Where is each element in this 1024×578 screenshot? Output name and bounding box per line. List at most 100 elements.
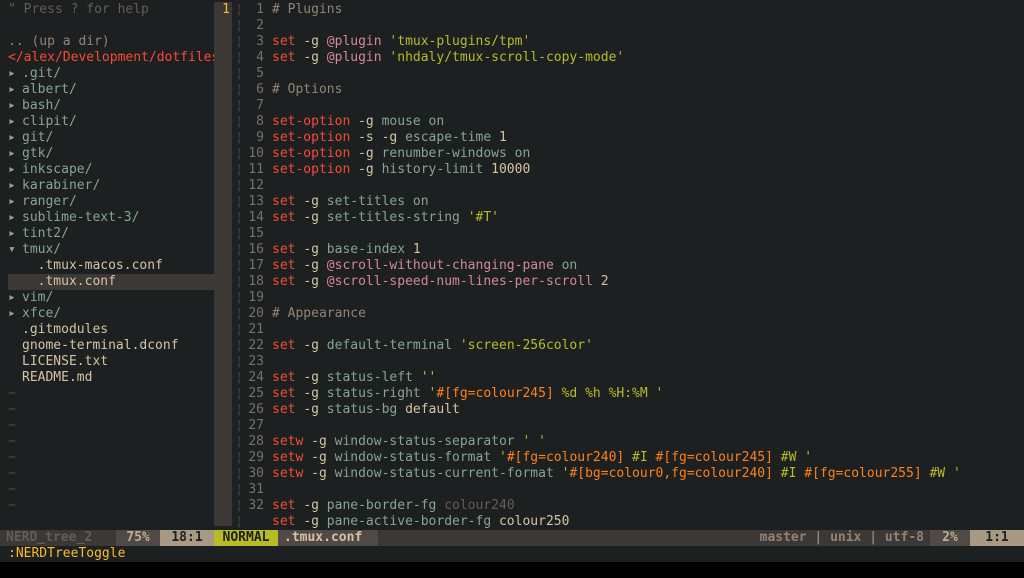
- tree-file[interactable]: .tmux.conf: [8, 274, 214, 290]
- tree-file[interactable]: README.md: [8, 370, 214, 386]
- code-line[interactable]: set -g pane-active-border-fg colour250: [272, 514, 1024, 530]
- line-number: 28: [246, 434, 264, 450]
- tree-status-filename: NERD_tree_2: [0, 530, 116, 546]
- tree-folder[interactable]: ▸xfce/: [8, 306, 214, 322]
- code-line[interactable]: set-option -g mouse on: [272, 114, 1024, 130]
- tree-folder[interactable]: ▸ranger/: [8, 194, 214, 210]
- code-line[interactable]: set -g base-index 1: [272, 242, 1024, 258]
- line-number: 17: [246, 258, 264, 274]
- tree-folder[interactable]: ▸vim/: [8, 290, 214, 306]
- command-line[interactable]: :NERDTreeToggle: [0, 546, 125, 562]
- nerdtree-pane[interactable]: " Press ? for help .. (up a dir) </alex/…: [0, 0, 214, 526]
- current-line-number: 1: [214, 2, 230, 18]
- tilde-line: ~: [8, 402, 214, 418]
- tilde-line: ~: [8, 386, 214, 402]
- code-line[interactable]: set -g default-terminal 'screen-256color…: [272, 338, 1024, 354]
- code-line[interactable]: set -g status-bg default: [272, 402, 1024, 418]
- line-number: 15: [246, 226, 264, 242]
- line-number: 10: [246, 146, 264, 162]
- tree-file[interactable]: gnome-terminal.dconf: [8, 338, 214, 354]
- line-number: 24: [246, 370, 264, 386]
- line-number: 1: [246, 2, 264, 18]
- line-number: 26: [246, 402, 264, 418]
- code-line[interactable]: [272, 98, 1024, 114]
- code-line[interactable]: [272, 66, 1024, 82]
- tree-folder[interactable]: ▸sublime-text-3/: [8, 210, 214, 226]
- line-number: 20: [246, 306, 264, 322]
- code-line[interactable]: set -g status-left '': [272, 370, 1024, 386]
- tree-file[interactable]: .gitmodules: [8, 322, 214, 338]
- line-number: 19: [246, 290, 264, 306]
- code-line[interactable]: [272, 290, 1024, 306]
- code-line[interactable]: # Appearance: [272, 306, 1024, 322]
- line-number: 22: [246, 338, 264, 354]
- tree-folder[interactable]: ▾tmux/: [8, 242, 214, 258]
- line-number: 21: [246, 322, 264, 338]
- tree-folder[interactable]: ▸git/: [8, 130, 214, 146]
- line-number: 7: [246, 98, 264, 114]
- tree-folder[interactable]: ▸.git/: [8, 66, 214, 82]
- line-number: 25: [246, 386, 264, 402]
- tree-folder[interactable]: ▸inkscape/: [8, 162, 214, 178]
- code-line[interactable]: set-option -g history-limit 10000: [272, 162, 1024, 178]
- code-line[interactable]: set -g @scroll-without-changing-pane on: [272, 258, 1024, 274]
- line-number: 32: [246, 498, 264, 514]
- code-line[interactable]: [272, 354, 1024, 370]
- code-line[interactable]: set-option -s -g escape-time 1: [272, 130, 1024, 146]
- status-bar: NERD_tree_2 75% 18:1 NORMAL .tmux.conf m…: [0, 530, 1024, 546]
- line-number: 12: [246, 178, 264, 194]
- tree-folder[interactable]: ▸gtk/: [8, 146, 214, 162]
- code-line[interactable]: setw -g window-status-current-format '#[…: [272, 466, 1024, 482]
- status-filename: .tmux.conf: [278, 530, 378, 546]
- line-number: 27: [246, 418, 264, 434]
- tilde-line: ~: [8, 450, 214, 466]
- tree-folder[interactable]: ▸clipit/: [8, 114, 214, 130]
- code-line[interactable]: [272, 18, 1024, 34]
- bottom-padding: [0, 562, 1024, 578]
- line-number: 6: [246, 82, 264, 98]
- status-percent: 2%: [930, 530, 970, 546]
- line-number: 5: [246, 66, 264, 82]
- tilde-line: ~: [8, 466, 214, 482]
- code-line[interactable]: set -g pane-border-fg colour240: [272, 498, 1024, 514]
- nerdtree-help: " Press ? for help: [8, 2, 214, 18]
- tree-folder[interactable]: ▸karabiner/: [8, 178, 214, 194]
- code-line[interactable]: set -g @scroll-speed-num-lines-per-scrol…: [272, 274, 1024, 290]
- tree-folder[interactable]: ▸bash/: [8, 98, 214, 114]
- code-line[interactable]: set -g set-titles on: [272, 194, 1024, 210]
- tree-status-percent: 75%: [116, 530, 160, 546]
- code-line[interactable]: [272, 418, 1024, 434]
- tree-file[interactable]: LICENSE.txt: [8, 354, 214, 370]
- line-number: 3: [246, 34, 264, 50]
- code-line[interactable]: # Options: [272, 82, 1024, 98]
- code-line[interactable]: [272, 226, 1024, 242]
- code-line[interactable]: set-option -g renumber-windows on: [272, 146, 1024, 162]
- code-line[interactable]: [272, 178, 1024, 194]
- code-line[interactable]: set -g set-titles-string '#T': [272, 210, 1024, 226]
- tree-file[interactable]: .tmux-macos.conf: [8, 258, 214, 274]
- editor-pane[interactable]: 1 ¦¦¦¦¦¦¦¦¦¦¦¦¦¦¦¦¦¦¦¦¦¦¦¦¦¦¦¦¦¦¦¦¦ 1234…: [214, 0, 1024, 526]
- tree-folder[interactable]: ▸albert/: [8, 82, 214, 98]
- line-number: 16: [246, 242, 264, 258]
- line-number: 8: [246, 114, 264, 130]
- code-line[interactable]: [272, 482, 1024, 498]
- nerdtree-root-path[interactable]: </alex/Development/dotfiles/: [8, 50, 214, 66]
- code-line[interactable]: setw -g window-status-format '#[fg=colou…: [272, 450, 1024, 466]
- code-line[interactable]: setw -g window-status-separator ' ': [272, 434, 1024, 450]
- tree-folder[interactable]: ▸tint2/: [8, 226, 214, 242]
- line-number: 29: [246, 450, 264, 466]
- code-line[interactable]: set -g @plugin 'tmux-plugins/tpm': [272, 34, 1024, 50]
- line-number: 30: [246, 466, 264, 482]
- code-line[interactable]: set -g @plugin 'nhdaly/tmux-scroll-copy-…: [272, 50, 1024, 66]
- vim-mode-indicator: NORMAL: [214, 530, 278, 546]
- line-number: 18: [246, 274, 264, 290]
- code-line[interactable]: [272, 322, 1024, 338]
- line-number: 2: [246, 18, 264, 34]
- code-line[interactable]: # Plugins: [272, 2, 1024, 18]
- line-number: 31: [246, 482, 264, 498]
- line-number: 4: [246, 50, 264, 66]
- nerdtree-up-dir[interactable]: .. (up a dir): [8, 34, 214, 50]
- code-line[interactable]: set -g status-right '#[fg=colour245] %d …: [272, 386, 1024, 402]
- line-number: 13: [246, 194, 264, 210]
- tree-status-position: 18:1: [160, 530, 214, 546]
